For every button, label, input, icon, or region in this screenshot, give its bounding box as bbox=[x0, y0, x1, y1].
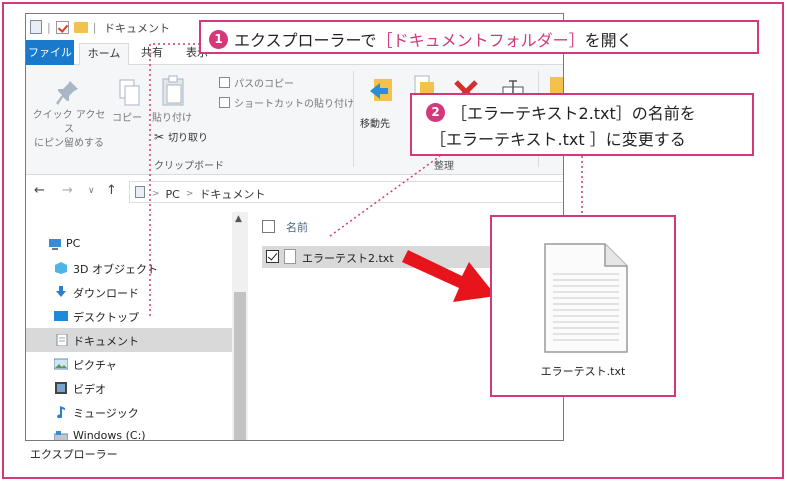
breadcrumb-pc[interactable]: PC bbox=[166, 188, 180, 201]
chevron-right-icon: > bbox=[185, 189, 194, 199]
paste-shortcut-label: ショートカットの貼り付け bbox=[234, 99, 354, 110]
address-field[interactable]: > PC > ドキュメント bbox=[129, 181, 563, 203]
nav-item-label: ピクチャ bbox=[73, 359, 117, 372]
copy-path-button[interactable]: パスのコピー bbox=[219, 75, 294, 90]
video-icon bbox=[55, 382, 67, 394]
breadcrumb: > PC > ドキュメント bbox=[152, 186, 265, 202]
address-bar-row: ← → ∨ ↑ > PC > ドキュメント bbox=[26, 176, 563, 206]
paste-label[interactable]: 貼り付け bbox=[152, 109, 192, 124]
tab-home[interactable]: ホーム bbox=[79, 43, 129, 66]
renamed-file-name: エラーテスト.txt bbox=[540, 365, 626, 378]
scissors-icon: ✂ bbox=[154, 129, 165, 144]
organize-group-label: 整理 bbox=[434, 161, 454, 172]
move-to-icon[interactable] bbox=[368, 77, 394, 107]
select-all-checkbox[interactable] bbox=[262, 220, 275, 233]
faint-mark bbox=[314, 440, 354, 441]
nav-item-documents[interactable]: ドキュメント bbox=[26, 328, 232, 352]
nav-item-videos[interactable]: ビデオ bbox=[26, 376, 232, 400]
nav-item-desktop[interactable]: デスクトップ bbox=[26, 304, 232, 328]
3d-objects-icon bbox=[55, 262, 67, 274]
step-number-badge: 2 bbox=[426, 102, 445, 122]
drive-icon bbox=[54, 431, 68, 440]
nav-item-label: ビデオ bbox=[73, 383, 106, 396]
clipboard-group-label: クリップボード bbox=[154, 161, 224, 172]
callout-step2-line1: ［エラーテキスト2.txt］の名前を bbox=[451, 104, 696, 123]
paste-shortcut-button[interactable]: ショートカットの貼り付け bbox=[219, 95, 354, 110]
nav-item-label: PC bbox=[66, 237, 81, 250]
nav-item-label: 3D オブジェクト bbox=[73, 263, 158, 276]
tab-share[interactable]: 共有 bbox=[141, 40, 163, 65]
nav-item-label: ダウンロード bbox=[73, 287, 139, 300]
nav-item-music[interactable]: ミュージック bbox=[26, 400, 232, 424]
step-number-badge: 1 bbox=[209, 29, 228, 49]
properties-check-icon[interactable] bbox=[55, 20, 69, 34]
paste-shortcut-icon bbox=[219, 97, 230, 108]
pictures-icon bbox=[54, 358, 68, 370]
scrollbar-thumb[interactable] bbox=[234, 292, 246, 440]
pin-quick-access-label[interactable]: クイック アクセス にピン留めする bbox=[30, 109, 108, 151]
nav-item-label: ドキュメント bbox=[73, 335, 139, 348]
result-preview: エラーテスト.txt bbox=[490, 215, 676, 397]
callout-step1-text-after: を開く bbox=[584, 31, 633, 50]
nav-item-label: Windows (C:) bbox=[73, 429, 146, 441]
copy-path-label: パスのコピー bbox=[234, 79, 294, 90]
window-title: ドキュメント bbox=[104, 22, 170, 35]
nav-item-label: デスクトップ bbox=[73, 311, 139, 324]
callout-step2: 2 ［エラーテキスト2.txt］の名前を ［エラーテキスト.txt ］に変更する bbox=[410, 93, 754, 156]
new-folder-icon[interactable] bbox=[73, 21, 88, 33]
nav-item-drive-c[interactable]: Windows (C:) bbox=[26, 424, 232, 441]
figure-caption: エクスプローラー bbox=[30, 448, 118, 461]
desktop-icon bbox=[54, 311, 68, 321]
text-file-icon bbox=[544, 243, 628, 353]
callout-step1: 1 エクスプローラーで ［ドキュメントフォルダー］ を開く bbox=[199, 20, 759, 54]
chevron-right-icon: > bbox=[152, 189, 160, 199]
cut-button[interactable]: ✂ 切り取り bbox=[154, 129, 209, 145]
copy-icon[interactable] bbox=[119, 79, 141, 107]
callout-step1-text: エクスプローラーで bbox=[234, 31, 377, 50]
file-row-checkbox[interactable] bbox=[266, 250, 279, 263]
copy-label[interactable]: コピー bbox=[112, 109, 142, 124]
nav-item-label: ミュージック bbox=[73, 407, 139, 420]
document-icon bbox=[56, 334, 68, 346]
explorer-window: | | ドキュメント ファイル ホーム 共有 表示 クイック アクセス にピン留… bbox=[25, 13, 564, 441]
column-header-name[interactable]: 名前 bbox=[286, 219, 308, 235]
pc-icon bbox=[49, 239, 61, 250]
nav-item-pc[interactable]: PC bbox=[26, 232, 232, 256]
tab-file[interactable]: ファイル bbox=[26, 40, 74, 65]
nav-pane-scrollbar[interactable]: ▲ bbox=[232, 212, 248, 440]
callout-step1-accent: ［ドキュメントフォルダー］ bbox=[376, 31, 585, 50]
ribbon-divider bbox=[353, 71, 354, 167]
download-icon bbox=[56, 286, 66, 297]
quick-access-toolbar: | | bbox=[30, 20, 96, 34]
forward-arrow-icon[interactable]: → bbox=[62, 183, 73, 198]
callout-step2-line2: ［エラーテキスト.txt ］に変更する bbox=[430, 130, 686, 149]
nav-item-3d-objects[interactable]: 3D オブジェクト bbox=[26, 256, 232, 280]
document-icon bbox=[135, 186, 145, 198]
up-arrow-icon[interactable]: ↑ bbox=[106, 183, 117, 198]
pin-icon[interactable] bbox=[56, 79, 80, 109]
cut-label: 切り取り bbox=[168, 133, 209, 144]
navigation-pane: PC 3D オブジェクト ダウンロード デスクトップ ドキュメント ピクチャ ビ… bbox=[26, 212, 232, 441]
scroll-up-icon[interactable]: ▲ bbox=[235, 214, 242, 224]
file-name[interactable]: エラーテスト2.txt bbox=[302, 250, 394, 266]
text-file-icon bbox=[284, 249, 296, 264]
back-arrow-icon[interactable]: ← bbox=[34, 183, 45, 198]
paste-icon[interactable] bbox=[161, 75, 185, 107]
nav-item-pictures[interactable]: ピクチャ bbox=[26, 352, 232, 376]
pin-label-text: クイック アクセス にピン留めする bbox=[32, 110, 106, 149]
move-to-label[interactable]: 移動先 bbox=[360, 115, 390, 130]
document-icon bbox=[30, 20, 42, 34]
recent-locations-chevron-icon[interactable]: ∨ bbox=[88, 186, 95, 196]
music-icon bbox=[57, 406, 65, 418]
copy-path-icon bbox=[219, 77, 230, 88]
breadcrumb-documents[interactable]: ドキュメント bbox=[199, 186, 265, 202]
nav-item-downloads[interactable]: ダウンロード bbox=[26, 280, 232, 304]
